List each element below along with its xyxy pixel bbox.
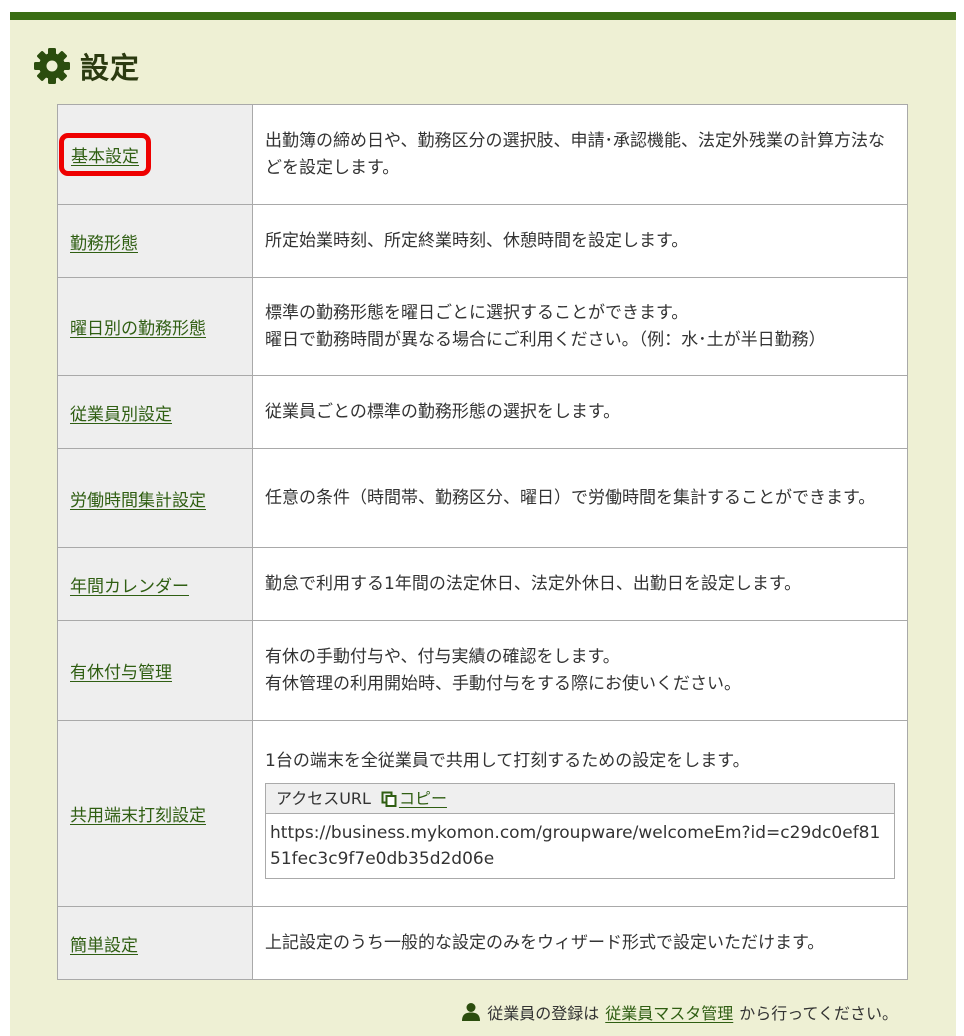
desc-easy-setup: 上記設定のうち一般的な設定のみをウィザード形式で設定いただけます。	[252, 906, 908, 980]
footer-suffix: から行ってください。	[739, 1004, 898, 1023]
copy-link[interactable]: コピー	[399, 785, 447, 812]
link-work-hours-aggregation[interactable]: 労働時間集計設定	[70, 491, 206, 511]
desc-line: 有休管理の利用開始時、手動付与をする際にお使いください。	[265, 673, 741, 694]
table-row: 共用端末打刻設定 1台の端末を全従業員で共用して打刻するための設定をします。 ア…	[57, 720, 908, 907]
footer-note: 従業員の登録は 従業員マスタ管理 から行ってください。	[461, 1000, 898, 1024]
desc-work-pattern: 所定始業時刻、所定終業時刻、休憩時間を設定します。	[252, 204, 908, 278]
access-url-value[interactable]: https://business.mykomon.com/groupware/w…	[266, 814, 894, 878]
table-row: 年間カレンダー 勤怠で利用する1年間の法定休日、法定外休日、出勤日を設定します。	[57, 547, 908, 621]
link-employee-master[interactable]: 従業員マスタ管理	[605, 1000, 733, 1024]
desc-annual-calendar: 勤怠で利用する1年間の法定休日、法定外休日、出勤日を設定します。	[252, 547, 908, 621]
link-shared-terminal-stamp[interactable]: 共用端末打刻設定	[70, 806, 206, 826]
link-easy-setup[interactable]: 簡単設定	[70, 936, 138, 956]
desc-line: 曜日で勤務時間が異なる場合にご利用ください。（例：水･土が半日勤務）	[265, 329, 826, 350]
settings-panel: 設定 基本設定 出勤簿の締め日や、勤務区分の選択肢、申請･承認機能、法定外残業の…	[10, 12, 956, 1036]
table-row: 簡単設定 上記設定のうち一般的な設定のみをウィザード形式で設定いただけます。	[57, 906, 908, 980]
link-annual-calendar[interactable]: 年間カレンダー	[70, 577, 189, 597]
desc-paid-leave-management: 有休の手動付与や、付与実績の確認をします。 有休管理の利用開始時、手動付与をする…	[252, 620, 908, 721]
desc-shared-terminal-stamp: 1台の端末を全従業員で共用して打刻するための設定をします。 アクセスURL コピ…	[252, 720, 908, 907]
gear-icon	[34, 48, 70, 84]
title-row: 設定	[32, 46, 140, 86]
page-title: 設定	[80, 51, 141, 85]
link-weekday-work-pattern[interactable]: 曜日別の勤務形態	[70, 319, 206, 339]
highlight-box: 基本設定	[59, 133, 151, 176]
table-row: 従業員別設定 従業員ごとの標準の勤務形態の選択をします。	[57, 375, 908, 449]
settings-table: 基本設定 出勤簿の締め日や、勤務区分の選択肢、申請･承認機能、法定外残業の計算方…	[57, 104, 908, 980]
table-row: 労働時間集計設定 任意の条件（時間帯、勤務区分、曜日）で労働時間を集計することが…	[57, 448, 908, 548]
link-paid-leave-management[interactable]: 有休付与管理	[70, 663, 172, 683]
table-row: 基本設定 出勤簿の締め日や、勤務区分の選択肢、申請･承認機能、法定外残業の計算方…	[57, 104, 908, 205]
desc-line: 標準の勤務形態を曜日ごとに選択することができます。	[265, 302, 689, 323]
desc-basic-settings: 出勤簿の締め日や、勤務区分の選択肢、申請･承認機能、法定外残業の計算方法などを設…	[252, 104, 908, 205]
desc-weekday-work-pattern: 標準の勤務形態を曜日ごとに選択することができます。 曜日で勤務時間が異なる場合に…	[252, 277, 908, 376]
person-icon	[462, 1003, 481, 1021]
link-basic-settings[interactable]: 基本設定	[71, 147, 139, 167]
desc-work-hours-aggregation: 任意の条件（時間帯、勤務区分、曜日）で労働時間を集計することができます。	[252, 448, 908, 548]
access-url-label: アクセスURL	[276, 789, 371, 808]
access-url-header: アクセスURL コピー	[266, 784, 894, 814]
link-employee-settings[interactable]: 従業員別設定	[70, 405, 172, 425]
desc-line: 1台の端末を全従業員で共用して打刻するための設定をします。	[265, 751, 750, 771]
desc-employee-settings: 従業員ごとの標準の勤務形態の選択をします。	[252, 375, 908, 449]
link-work-pattern[interactable]: 勤務形態	[70, 234, 138, 254]
desc-line: 有休の手動付与や、付与実績の確認をします。	[265, 646, 620, 667]
table-row: 有休付与管理 有休の手動付与や、付与実績の確認をします。 有休管理の利用開始時、…	[57, 620, 908, 721]
footer-prefix: 従業員の登録は	[487, 1004, 600, 1023]
copy-icon[interactable]	[381, 791, 397, 807]
table-row: 勤務形態 所定始業時刻、所定終業時刻、休憩時間を設定します。	[57, 204, 908, 278]
access-url-box: アクセスURL コピー https://business.mykomon.com…	[265, 783, 895, 879]
table-row: 曜日別の勤務形態 標準の勤務形態を曜日ごとに選択することができます。 曜日で勤務…	[57, 277, 908, 376]
